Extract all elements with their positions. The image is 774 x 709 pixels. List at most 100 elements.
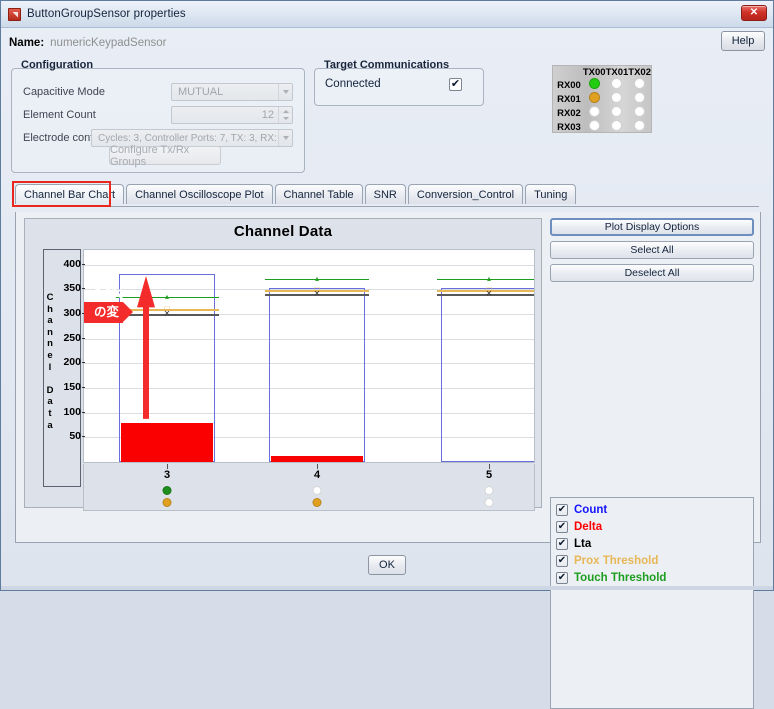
dialog-footer: OK (1, 543, 773, 590)
matrix-cell[interactable] (628, 92, 651, 106)
marker-icon: ✕ (313, 289, 321, 299)
marker-icon: ✕ (485, 289, 493, 299)
element-count-stepper[interactable]: 12 (171, 106, 293, 124)
name-label: Name: (9, 36, 45, 49)
capacitive-mode-value: MUTUAL (178, 86, 224, 98)
y-tick-label: 100 (63, 405, 85, 418)
matrix-dot-icon (588, 92, 600, 103)
legend-checkbox[interactable]: ✔ (556, 521, 568, 533)
channel-status-dot (312, 498, 322, 507)
matrix-cell[interactable] (583, 92, 606, 106)
marker-icon: ▴ (164, 291, 170, 301)
matrix-dot-icon (634, 78, 646, 89)
matrix-cell[interactable] (606, 106, 629, 120)
matrix-col-tx02: TX02 (628, 66, 651, 78)
bar-count (269, 288, 365, 462)
deselect-all-button[interactable]: Deselect All (550, 264, 754, 282)
marker-icon: ▴ (314, 273, 320, 283)
channel-bar-chart: Channel Data C h a n n e l D a t a ▴ □ ✕ ▴ □… (24, 218, 542, 511)
matrix-dot-icon (634, 106, 646, 117)
matrix-cell[interactable] (628, 78, 651, 92)
x-axis-band: 3 4 5 (83, 464, 535, 511)
y-tick-label: 250 (63, 331, 85, 344)
help-button[interactable]: Help (721, 31, 765, 51)
close-icon[interactable]: ✕ (741, 5, 767, 21)
txrx-matrix: TX00 TX01 TX02 RX00 RX01 RX02 RX03 (552, 65, 652, 133)
element-count-label: Element Count (23, 109, 96, 121)
legend-label: Count (574, 504, 608, 516)
channel-status-dot (312, 486, 322, 495)
matrix-dot-icon (611, 92, 623, 103)
element-count-value: 12 (261, 109, 274, 121)
channel-status-dot (484, 486, 494, 495)
change-annotation-tip (123, 301, 133, 322)
bar-count (441, 288, 534, 462)
matrix-cell[interactable] (628, 120, 651, 134)
legend-item-delta[interactable]: ✔ Delta (551, 519, 753, 535)
name-value: numericKeypadSensor (50, 36, 167, 49)
x-tick-label: 4 (313, 469, 321, 481)
matrix-row: RX01 (553, 92, 651, 106)
txrx-matrix-table: TX00 TX01 TX02 RX00 RX01 RX02 RX03 (553, 66, 651, 134)
x-tick-label: 5 (485, 469, 493, 481)
matrix-corner (553, 66, 583, 78)
connected-checkbox[interactable]: ✔ (449, 78, 462, 91)
tabstrip: Channel Bar Chart Channel Oscilloscope Pl… (15, 184, 578, 204)
configuration-group: Configuration Capacitive Mode MUTUAL Ele… (11, 59, 305, 173)
matrix-cell[interactable] (583, 106, 606, 120)
select-all-button[interactable]: Select All (550, 241, 754, 259)
y-tick-label: 400 (63, 257, 85, 270)
tab-snr[interactable]: SNR (364, 184, 406, 204)
tab-conversion-control[interactable]: Conversion_Control (407, 184, 524, 204)
channel-status-dot (162, 486, 172, 495)
capacitive-mode-select[interactable]: MUTUAL (171, 83, 293, 101)
y-tick-label: 50 (69, 430, 85, 443)
chart-title: Channel Data (233, 223, 333, 240)
tab-channel-bar-chart[interactable]: Channel Bar Chart (15, 184, 125, 204)
tab-bar: Channel Bar Chart Channel Oscilloscope Pl… (1, 181, 773, 207)
change-arrow-icon (137, 275, 155, 419)
plot-display-options-button[interactable]: Plot Display Options (550, 218, 754, 236)
tab-tuning[interactable]: Tuning (525, 184, 577, 204)
y-tick-label: 200 (63, 356, 85, 369)
legend-item-count[interactable]: ✔ Count (551, 502, 753, 518)
window-titlebar: ButtonGroupSensor properties ✕ (1, 1, 773, 28)
marker-icon: ✕ (163, 309, 171, 319)
matrix-row-label: RX02 (557, 107, 581, 119)
matrix-cell[interactable] (606, 92, 629, 106)
matrix-cell[interactable] (583, 78, 606, 92)
y-tick-label: 150 (63, 381, 85, 394)
x-tick-label: 3 (163, 469, 171, 481)
y-tick-label: 300 (63, 307, 85, 320)
tab-channel-oscilloscope-plot[interactable]: Channel Oscilloscope Plot (126, 184, 273, 204)
matrix-row-label: RX00 (557, 79, 581, 91)
bar-delta (271, 456, 363, 462)
legend-checkbox[interactable]: ✔ (556, 504, 568, 516)
name-row: Name: numericKeypadSensor Help (1, 28, 773, 57)
matrix-cell[interactable] (606, 78, 629, 92)
y-tick-label: 350 (63, 282, 85, 295)
ok-button[interactable]: OK (368, 555, 406, 575)
matrix-dot-icon (611, 78, 623, 89)
matrix-row: RX02 (553, 106, 651, 120)
connected-label: Connected (325, 78, 381, 90)
element-count-row: Element Count (23, 106, 96, 124)
tab-channel-table[interactable]: Channel Table (274, 184, 363, 204)
properties-window: ButtonGroupSensor properties ✕ Name: num… (0, 0, 774, 709)
stepper-down-icon[interactable] (278, 114, 292, 123)
matrix-cell[interactable] (628, 106, 651, 120)
matrix-cell[interactable] (606, 120, 629, 134)
electrode-config-value: Cycles: 3, Controller Ports: 7, TX: 3, R… (98, 132, 286, 144)
tab-content-pane: Channel Data C h a n n e l D a t a ▴ □ ✕ ▴ □… (15, 212, 761, 709)
window-bottom-strip (1, 586, 773, 590)
matrix-dot-icon (611, 106, 623, 117)
matrix-row: RX03 (553, 120, 651, 134)
series-legend: ✔ Count ✔ Delta ✔ Lta ✔ Prox Threshold ✔ Touch Th… (550, 497, 754, 709)
gridline (84, 264, 534, 266)
matrix-cell[interactable] (583, 120, 606, 134)
marker-icon: ▴ (486, 273, 492, 283)
bar-delta (121, 422, 213, 462)
matrix-col-tx01: TX01 (605, 66, 629, 78)
tab-underline (15, 206, 759, 207)
configure-txrx-groups-button[interactable]: Configure Tx/Rx Groups (109, 144, 221, 168)
